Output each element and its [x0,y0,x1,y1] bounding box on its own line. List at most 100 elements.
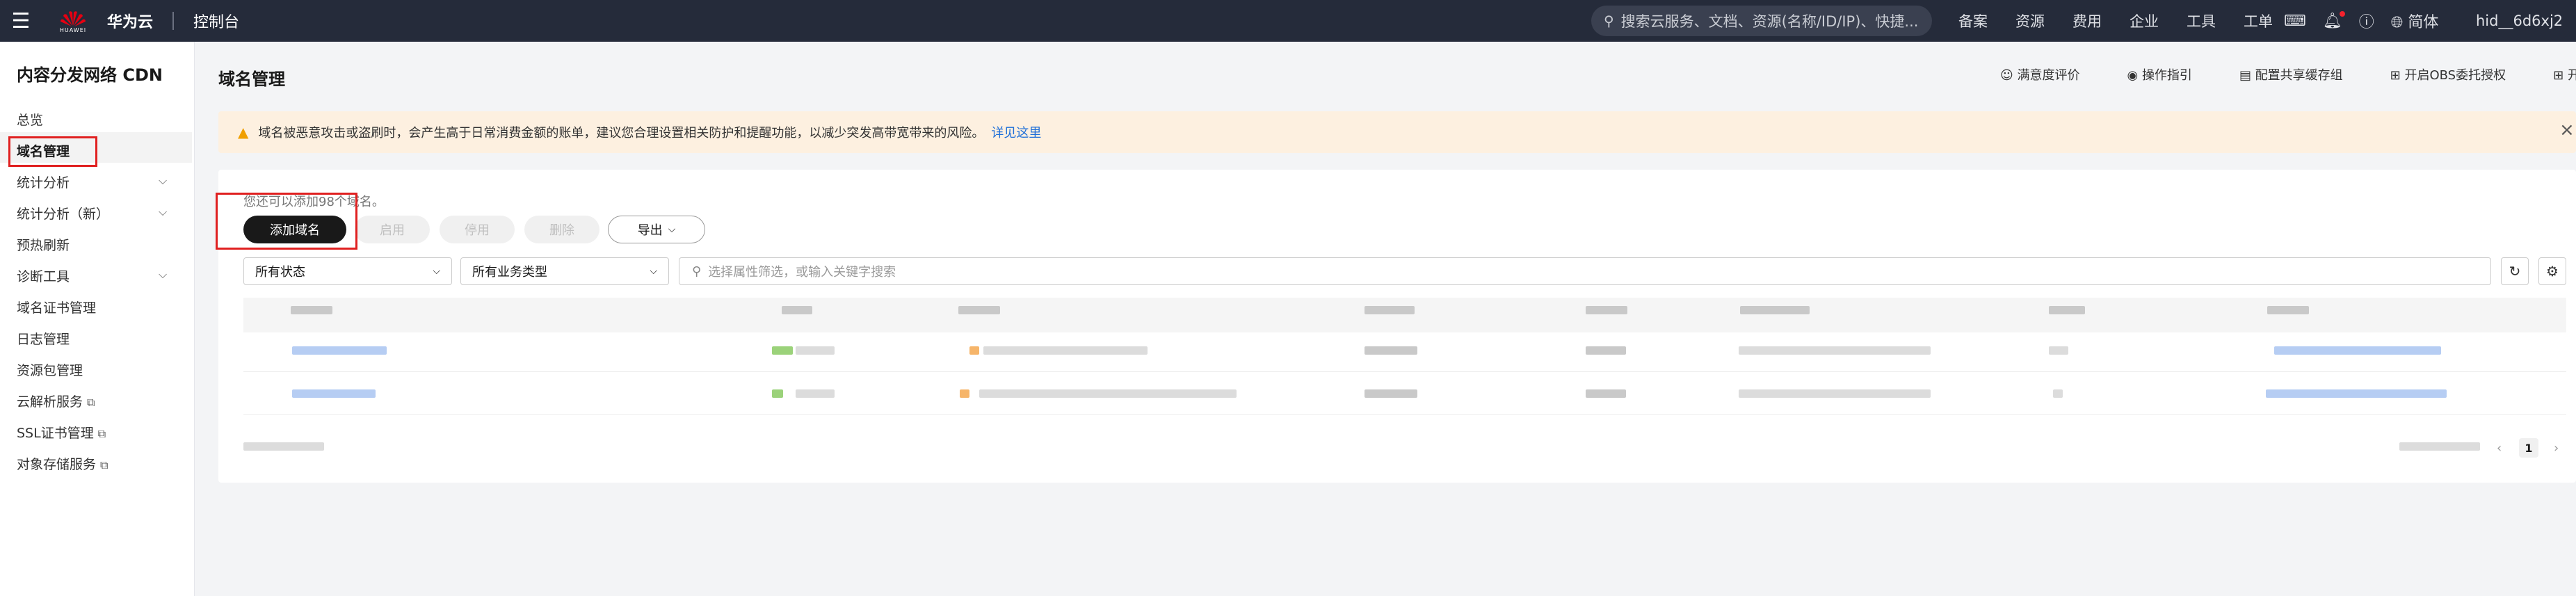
huawei-logo-icon [61,10,86,26]
sidebar-title: 内容分发网络 CDN [17,65,163,85]
redacted-cell [1586,389,1626,398]
business-type-select-value: 所有业务类型 [472,265,547,280]
global-search-input[interactable]: ⚲ 搜索云服务、文档、资源(名称/ID/IP)、快捷... [1591,6,1932,36]
bell-icon[interactable]: 🔔︎ [2323,10,2345,30]
sidebar-item-obs-label: 对象存储服务 [17,457,97,472]
redacted-header-cell [1586,306,1627,314]
redacted-header-cell [1365,306,1415,314]
obs-auth-label: 开启OBS委托授权 [2404,68,2506,83]
warning-icon: ▲ [238,124,249,140]
gear-icon[interactable]: ⚙ [2538,257,2566,285]
redacted-header-cell [2267,306,2309,314]
redacted-cell [1365,346,1417,355]
top-nav-links: 备案 资源 费用 企业 工具 工单 [1958,0,2301,42]
chevron-down-icon: ⌵ [650,266,657,277]
search-icon: ⚲ [692,264,702,279]
sidebar-item-prefetch-refresh[interactable]: 预热刷新 [17,235,70,254]
prev-page-icon[interactable]: ‹ [2497,441,2502,456]
redacted-domain[interactable] [292,389,376,398]
redacted-cell [983,346,1148,355]
delete-button[interactable]: 删除 [524,216,599,243]
status-select-value: 所有状态 [255,265,305,280]
redacted-operations[interactable] [2274,346,2441,355]
sidebar-item-domain-certs[interactable]: 域名证书管理 [17,298,96,316]
nav-billing[interactable]: 费用 [2072,10,2102,31]
notice-text: 域名被恶意攻击或盗刷时，会产生高于日常消费金额的账单，建议您合理设置相关防护和提… [258,126,985,140]
table-header [243,298,2566,332]
redacted-domain[interactable] [292,346,387,355]
cloud-shell-icon[interactable]: ⌨ [2284,13,2306,30]
brand[interactable]: HUAWEI 华为云 [53,0,153,42]
disable-button[interactable]: 停用 [440,216,515,243]
scm-auth-link[interactable]: ⊞ 开启SCM委托授权 [2553,65,2576,83]
sidebar-item-diagnostics[interactable]: 诊断工具 [17,266,70,285]
divider [172,12,175,30]
page-title: 域名管理 [218,70,285,89]
warning-notice: ▲ 域名被恶意攻击或盗刷时，会产生高于日常消费金额的账单，建议您合理设置相关防护… [218,111,2576,153]
redacted-cell [2053,389,2063,398]
sidebar-item-dns[interactable]: 云解析服务 ⧉ [17,392,95,410]
scm-auth-label: 开启SCM委托授权 [2567,68,2576,83]
sidebar-item-obs[interactable]: 对象存储服务 ⧉ [17,454,108,473]
external-link-icon: ⧉ [97,427,106,440]
redacted-cell [1739,346,1931,355]
nav-resources[interactable]: 资源 [2015,10,2045,31]
highlight-box-add-domain [216,193,357,250]
sidebar-item-overview[interactable]: 总览 [17,110,43,129]
page-number-current[interactable]: 1 [2519,438,2538,458]
search-icon: ⚲ [1604,13,1614,29]
console-link[interactable]: 控制台 [193,10,239,32]
guide-link[interactable]: ◉ 操作指引 [2127,65,2216,83]
shared-cache-link[interactable]: ▤ 配置共享缓存组 [2239,65,2367,83]
redacted-operations[interactable] [2266,389,2447,398]
chevron-down-icon[interactable]: ⌵ [159,205,167,219]
redacted-cell [979,389,1237,398]
sidebar-item-statistics-new[interactable]: 统计分析（新） [17,204,109,223]
redacted-cell [1586,346,1626,355]
row-divider [243,371,2566,372]
sidebar-item-ssl-label: SSL证书管理 [17,426,94,441]
close-icon[interactable]: × [2559,120,2575,140]
notice-details-link[interactable]: 详见这里 [991,123,1041,141]
feedback-link[interactable]: ☺ 满意度评价 [2000,65,2104,83]
guide-label: 操作指引 [2141,68,2192,83]
globe-icon: 🌐︎ [2390,14,2404,31]
huawei-logo: HUAWEI [53,9,93,33]
feedback-label: 满意度评价 [2017,68,2080,83]
status-select[interactable]: 所有状态 ⌵ [243,257,452,285]
next-page-icon[interactable]: › [2554,441,2559,456]
user-account[interactable]: hid__6d6xj2 [2476,0,2563,42]
business-type-select[interactable]: 所有业务类型 ⌵ [460,257,669,285]
brand-name: 华为云 [107,14,154,31]
nav-enterprise[interactable]: 企业 [2130,10,2159,31]
refresh-icon[interactable]: ↻ [2501,257,2529,285]
redacted-header-cell [958,306,1000,314]
sidebar: 内容分发网络 CDN 总览 域名管理 统计分析 ⌵ 统计分析（新） ⌵ 预热刷新… [0,42,195,596]
row-divider [243,414,2566,415]
notification-dot [2339,10,2345,17]
sidebar-item-statistics[interactable]: 统计分析 [17,172,70,191]
obs-auth-link[interactable]: ⊞ 开启OBS委托授权 [2390,65,2529,83]
redacted-page-size[interactable] [2399,442,2480,451]
status-dot-warning [960,389,969,398]
enable-button[interactable]: 启用 [355,216,430,243]
chevron-down-icon[interactable]: ⌵ [159,268,167,282]
attribute-search-input[interactable]: ⚲ 选择属性筛选，或输入关键字搜索 [679,257,2491,285]
sidebar-item-ssl[interactable]: SSL证书管理 ⧉ [17,423,106,442]
sidebar-item-logs[interactable]: 日志管理 [17,329,70,348]
menu-icon[interactable]: ☰ [0,0,42,42]
status-dot-enabled [772,389,783,398]
help-icon[interactable]: ⓘ [2359,10,2374,32]
nav-beian[interactable]: 备案 [1958,10,1988,31]
redacted-header-cell [1740,306,1810,314]
export-button[interactable]: 导出 ⌵ [608,216,705,243]
chevron-down-icon[interactable]: ⌵ [159,174,167,188]
global-search-placeholder: 搜索云服务、文档、资源(名称/ID/IP)、快捷... [1620,13,1919,30]
nav-tools[interactable]: 工具 [2187,10,2216,31]
language-switch[interactable]: 🌐︎ 简体 [2391,10,2439,32]
nav-tickets[interactable]: 工单 [2244,10,2273,31]
logo-text: HUAWEI [59,26,87,33]
external-link-icon: ⧉ [87,396,95,409]
sidebar-item-resource-packages[interactable]: 资源包管理 [17,360,83,379]
redacted-header-cell [291,306,332,314]
